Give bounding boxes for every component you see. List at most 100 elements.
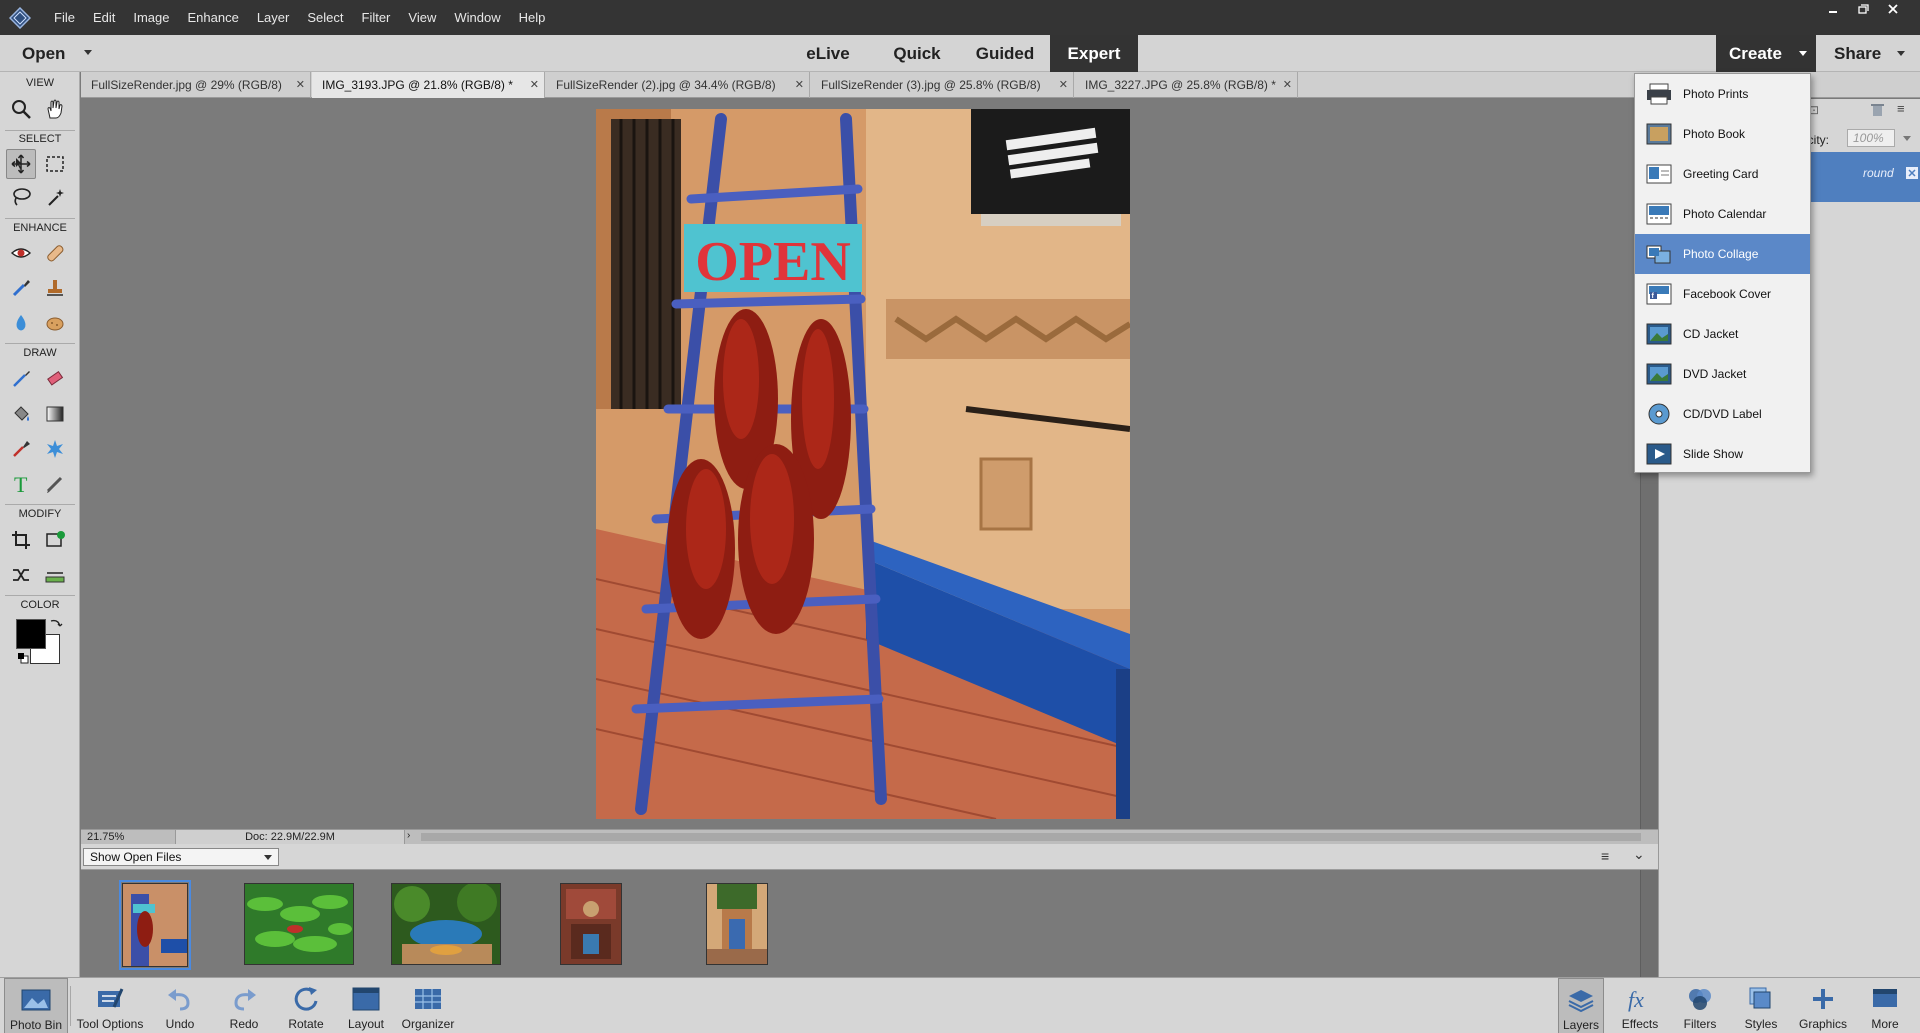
organizer-button[interactable]: Organizer [398,978,458,1033]
eraser-tool-icon[interactable] [40,364,70,394]
canvas-area[interactable]: OPEN [81,99,1640,829]
type-tool-icon[interactable]: T [6,469,36,499]
smart-brush-tool-icon[interactable] [6,273,36,303]
marquee-tool-icon[interactable] [40,149,70,179]
swap-colors-icon[interactable] [49,617,63,631]
create-menu-item-cd-jacket[interactable]: CD Jacket [1635,314,1810,354]
create-menu-item-cd-dvd-label[interactable]: CD/DVD Label [1635,394,1810,434]
close-icon[interactable]: ✕ [296,72,305,98]
rotate-button[interactable]: Rotate [281,978,331,1033]
menu-window[interactable]: Window [445,0,509,35]
spot-healing-tool-icon[interactable] [40,238,70,268]
document-tab[interactable]: IMG_3193.JPG @ 21.8% (RGB/8) * ✕ [312,72,545,98]
crop-tool-icon[interactable] [6,525,36,555]
graphics-button[interactable]: Graphics [1795,978,1851,1033]
brush-tool-icon[interactable] [6,364,36,394]
create-menu-item-photo-book[interactable]: Photo Book [1635,114,1810,154]
bin-scrollbar[interactable] [1640,870,1658,977]
menu-filter[interactable]: Filter [353,0,400,35]
paint-bucket-tool-icon[interactable] [6,399,36,429]
close-icon[interactable] [1878,0,1908,20]
hand-tool-icon[interactable] [40,94,70,124]
show-files-select[interactable]: Show Open Files [83,848,279,866]
document-photo[interactable]: OPEN [596,109,1130,819]
bin-menu-icon[interactable]: ≡ [1601,848,1609,864]
recompose-tool-icon[interactable] [40,525,70,555]
red-eye-tool-icon[interactable] [6,238,36,268]
document-tab[interactable]: FullSizeRender (2).jpg @ 34.4% (RGB/8) ✕ [546,72,810,98]
lasso-tool-icon[interactable] [6,182,36,212]
chevron-down-icon[interactable] [1903,136,1911,141]
thumbnail[interactable] [560,883,622,965]
tab-expert[interactable]: Expert [1050,35,1138,72]
menu-edit[interactable]: Edit [84,0,124,35]
layers-button[interactable]: Layers [1558,978,1604,1033]
magic-wand-tool-icon[interactable] [40,182,70,212]
document-tab[interactable]: IMG_3227.JPG @ 25.8% (RGB/8) * ✕ [1075,72,1298,98]
foreground-color-swatch[interactable] [16,619,46,649]
photo-bin-button[interactable]: Photo Bin [4,978,68,1033]
blur-tool-icon[interactable] [6,308,36,338]
horizontal-scrollbar[interactable] [421,833,1641,841]
close-icon[interactable]: ✕ [1059,72,1068,98]
create-menu-item-facebook-cover[interactable]: f Facebook Cover [1635,274,1810,314]
more-button[interactable]: More [1862,978,1908,1033]
effects-button[interactable]: fx Effects [1616,978,1664,1033]
menu-view[interactable]: View [399,0,445,35]
layout-button[interactable]: Layout [342,978,390,1033]
restore-icon[interactable] [1848,0,1878,20]
menu-layer[interactable]: Layer [248,0,299,35]
layer-lock-icon[interactable] [1905,166,1919,180]
create-menu-item-photo-prints[interactable]: Photo Prints [1635,74,1810,114]
menu-select[interactable]: Select [298,0,352,35]
thumbnail[interactable] [244,883,354,965]
eyedropper-tool-icon[interactable] [6,434,36,464]
tab-quick[interactable]: Quick [880,35,954,72]
tab-guided[interactable]: Guided [965,35,1045,72]
open-dropdown-icon[interactable] [84,50,92,55]
create-menu-item-greeting-card[interactable]: Greeting Card [1635,154,1810,194]
collapse-bin-icon[interactable]: ⌄ [1633,846,1645,863]
move-tool-icon[interactable] [6,149,36,179]
zoom-level[interactable]: 21.75% [87,831,124,843]
app-logo-icon[interactable] [9,6,31,29]
document-tab[interactable]: FullSizeRender (3).jpg @ 25.8% (RGB/8) ✕ [811,72,1074,98]
open-button[interactable]: Open [22,35,65,72]
thumbnail[interactable] [119,880,191,970]
tab-elive[interactable]: eLive [790,35,866,72]
default-colors-icon[interactable] [17,652,29,664]
close-icon[interactable]: ✕ [1283,72,1292,98]
share-button[interactable]: Share [1817,35,1920,72]
minimize-icon[interactable] [1818,0,1848,20]
thumbnail[interactable] [391,882,501,965]
menu-enhance[interactable]: Enhance [179,0,248,35]
create-menu-item-dvd-jacket[interactable]: DVD Jacket [1635,354,1810,394]
close-icon[interactable]: ✕ [795,72,804,98]
tool-options-button[interactable]: Tool Options [72,978,148,1033]
document-tab[interactable]: FullSizeRender.jpg @ 29% (RGB/8) ✕ [81,72,311,98]
status-arrow-icon[interactable]: › [407,830,410,841]
create-menu-item-slide-show[interactable]: Slide Show [1635,434,1810,474]
pencil-tool-icon[interactable] [40,469,70,499]
create-button[interactable]: Create [1716,35,1816,72]
menu-image[interactable]: Image [124,0,178,35]
close-icon[interactable]: ✕ [530,72,539,98]
clone-stamp-tool-icon[interactable] [40,273,70,303]
create-menu-item-photo-collage[interactable]: Photo Collage [1635,234,1810,274]
straighten-tool-icon[interactable] [40,560,70,590]
gradient-tool-icon[interactable] [40,399,70,429]
zoom-tool-icon[interactable] [6,94,36,124]
filters-button[interactable]: Filters [1676,978,1724,1033]
panel-menu-icon[interactable]: ≡ [1897,101,1905,116]
sponge-tool-icon[interactable] [40,308,70,338]
custom-shape-tool-icon[interactable] [40,434,70,464]
content-aware-move-tool-icon[interactable] [6,560,36,590]
thumbnail[interactable] [706,883,768,965]
delete-layer-icon[interactable] [1869,101,1885,117]
redo-button[interactable]: Redo [220,978,268,1033]
styles-button[interactable]: Styles [1737,978,1785,1033]
menu-file[interactable]: File [45,0,84,35]
undo-button[interactable]: Undo [156,978,204,1033]
create-menu-item-photo-calendar[interactable]: Photo Calendar [1635,194,1810,234]
menu-help[interactable]: Help [510,0,555,35]
